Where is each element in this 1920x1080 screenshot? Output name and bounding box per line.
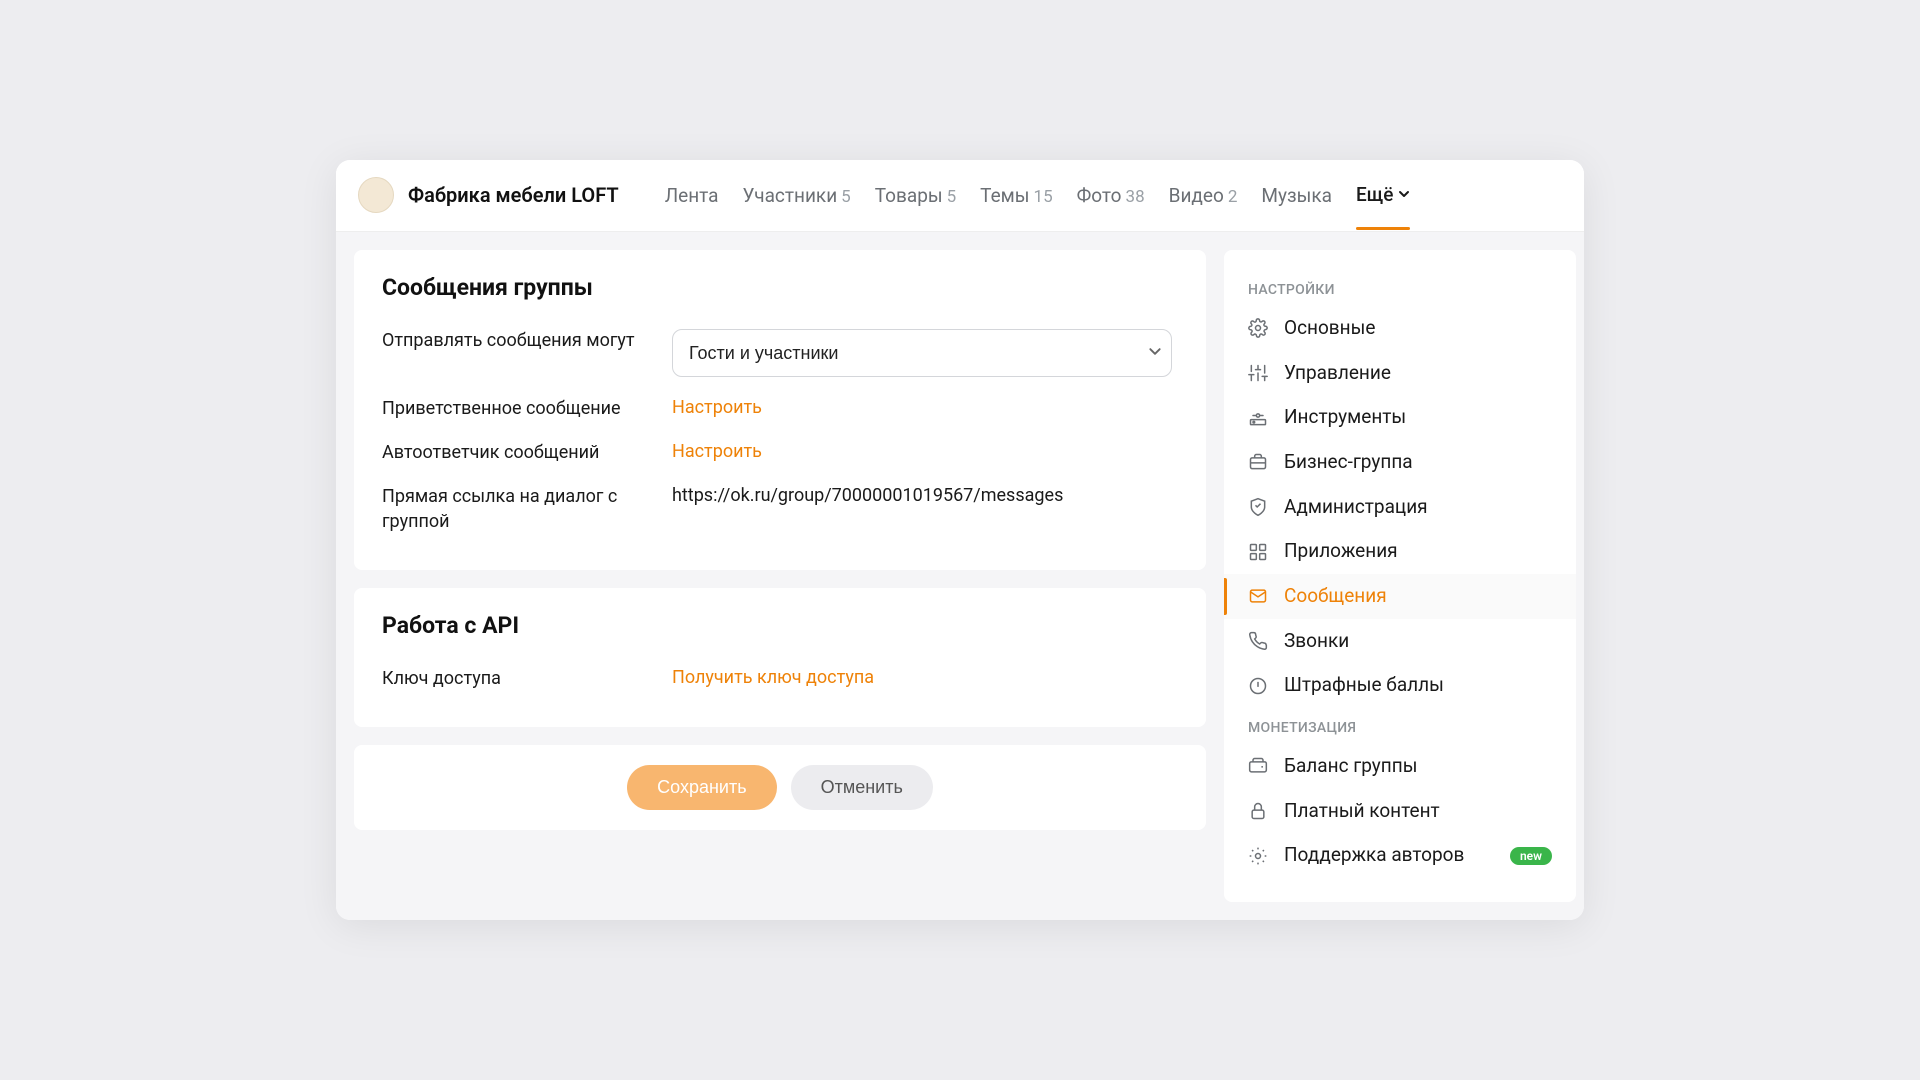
card-title: Сообщения группы (382, 274, 1178, 301)
direct-link-value: https://ok.ru/group/70000001019567/messa… (672, 485, 1178, 506)
field-label: Прямая ссылка на диалог с группой (382, 485, 672, 534)
shield-icon (1248, 497, 1268, 517)
row-welcome-message: Приветственное сообщение Настроить (382, 387, 1178, 431)
sidebar-item-label: Приложения (1284, 539, 1552, 564)
topbar: Фабрика мебели LOFT Лента Участники 5 То… (336, 160, 1584, 232)
gear-icon (1248, 846, 1268, 866)
sidebar-item-administration[interactable]: Администрация (1224, 485, 1576, 530)
tab-more-label: Ещё (1356, 183, 1393, 206)
messages-settings-card: Сообщения группы Отправлять сообщения мо… (354, 250, 1206, 570)
chevron-down-icon (1398, 188, 1410, 200)
app-window: Фабрика мебели LOFT Лента Участники 5 То… (336, 160, 1584, 920)
sidebar-item-label: Штрафные баллы (1284, 673, 1552, 698)
row-access-key: Ключ доступа Получить ключ доступа (382, 657, 1178, 701)
sidebar-item-label: Инструменты (1284, 405, 1552, 430)
sidebar-item-label: Бизнес-группа (1284, 450, 1552, 475)
lock-icon (1248, 801, 1268, 821)
sidebar-item-apps[interactable]: Приложения (1224, 529, 1576, 574)
sidebar-item-paid-content[interactable]: Платный контент (1224, 789, 1576, 834)
who-can-send-select[interactable]: Гости и участники (672, 329, 1172, 377)
sidebar-item-penalty[interactable]: Штрафные баллы (1224, 663, 1576, 708)
mail-icon (1248, 586, 1268, 606)
tab-feed[interactable]: Лента (665, 184, 719, 207)
tab-count: 5 (947, 187, 957, 207)
row-direct-link: Прямая ссылка на диалог с группой https:… (382, 475, 1178, 544)
configure-welcome-link[interactable]: Настроить (672, 397, 762, 418)
configure-autoresponder-link[interactable]: Настроить (672, 441, 762, 462)
sidebar-item-label: Звонки (1284, 629, 1552, 654)
sidebar-item-business[interactable]: Бизнес-группа (1224, 440, 1576, 485)
briefcase-icon (1248, 452, 1268, 472)
content-body: Сообщения группы Отправлять сообщения мо… (336, 232, 1584, 920)
row-who-can-send: Отправлять сообщения могут Гости и участ… (382, 319, 1178, 387)
sidebar-item-management[interactable]: Управление (1224, 351, 1576, 396)
sidebar-item-messages[interactable]: Сообщения (1224, 574, 1576, 619)
sidebar-item-label: Сообщения (1284, 584, 1552, 609)
tab-photos[interactable]: Фото 38 (1077, 184, 1145, 207)
tab-count: 15 (1034, 187, 1053, 207)
tab-label: Лента (665, 184, 719, 207)
phone-icon (1248, 631, 1268, 651)
field-label: Ключ доступа (382, 667, 672, 691)
save-button[interactable]: Сохранить (627, 765, 776, 810)
alert-icon (1248, 676, 1268, 696)
sidebar-item-tools[interactable]: Инструменты (1224, 395, 1576, 440)
sidebar-item-label: Администрация (1284, 495, 1552, 520)
get-access-key-link[interactable]: Получить ключ доступа (672, 667, 874, 688)
field-label: Приветственное сообщение (382, 397, 672, 421)
field-label: Отправлять сообщения могут (382, 329, 672, 353)
tab-count: 5 (841, 187, 851, 207)
sidebar-item-label: Платный контент (1284, 799, 1552, 824)
actions-bar: Сохранить Отменить (354, 745, 1206, 830)
tab-members[interactable]: Участники 5 (743, 184, 851, 207)
tab-count: 2 (1228, 187, 1238, 207)
group-title[interactable]: Фабрика мебели LOFT (408, 183, 619, 207)
api-card: Работа с API Ключ доступа Получить ключ … (354, 588, 1206, 727)
tab-label: Темы (980, 184, 1029, 207)
tab-music[interactable]: Музыка (1261, 184, 1332, 207)
tab-label: Товары (875, 184, 943, 207)
sidebar-heading-settings: НАСТРОЙКИ (1224, 270, 1576, 306)
tab-count: 38 (1126, 187, 1145, 207)
sidebar-item-label: Основные (1284, 316, 1552, 341)
row-autoresponder: Автоответчик сообщений Настроить (382, 431, 1178, 475)
sidebar-item-general[interactable]: Основные (1224, 306, 1576, 351)
nav-tabs: Лента Участники 5 Товары 5 Темы 15 Фото … (665, 183, 1562, 208)
tab-topics[interactable]: Темы 15 (980, 184, 1052, 207)
settings-sidebar: НАСТРОЙКИ Основные Управление Инструмент… (1224, 250, 1576, 902)
sidebar-item-label: Поддержка авторов (1284, 843, 1494, 868)
new-badge: new (1510, 847, 1552, 865)
sliders-icon (1248, 363, 1268, 383)
tab-goods[interactable]: Товары 5 (875, 184, 956, 207)
sidebar-item-label: Управление (1284, 361, 1552, 386)
field-value: Гости и участники (672, 329, 1178, 377)
tab-more[interactable]: Ещё (1356, 183, 1410, 208)
tab-label: Музыка (1261, 184, 1332, 207)
main-column: Сообщения группы Отправлять сообщения мо… (354, 250, 1206, 902)
tab-video[interactable]: Видео 2 (1169, 184, 1238, 207)
sidebar-item-balance[interactable]: Баланс группы (1224, 744, 1576, 789)
tab-label: Видео (1169, 184, 1224, 207)
cancel-button[interactable]: Отменить (791, 765, 933, 810)
card-title: Работа с API (382, 612, 1178, 639)
tab-label: Фото (1077, 184, 1122, 207)
gear-icon (1248, 318, 1268, 338)
sidebar-item-author-support[interactable]: Поддержка авторов new (1224, 833, 1576, 878)
sidebar-item-label: Баланс группы (1284, 754, 1552, 779)
field-label: Автоответчик сообщений (382, 441, 672, 465)
sidebar-item-calls[interactable]: Звонки (1224, 619, 1576, 664)
grid-icon (1248, 542, 1268, 562)
tools-icon (1248, 408, 1268, 428)
sidebar-heading-monetization: МОНЕТИЗАЦИЯ (1224, 708, 1576, 744)
group-avatar[interactable] (358, 177, 394, 213)
wallet-icon (1248, 756, 1268, 776)
tab-label: Участники (743, 184, 838, 207)
